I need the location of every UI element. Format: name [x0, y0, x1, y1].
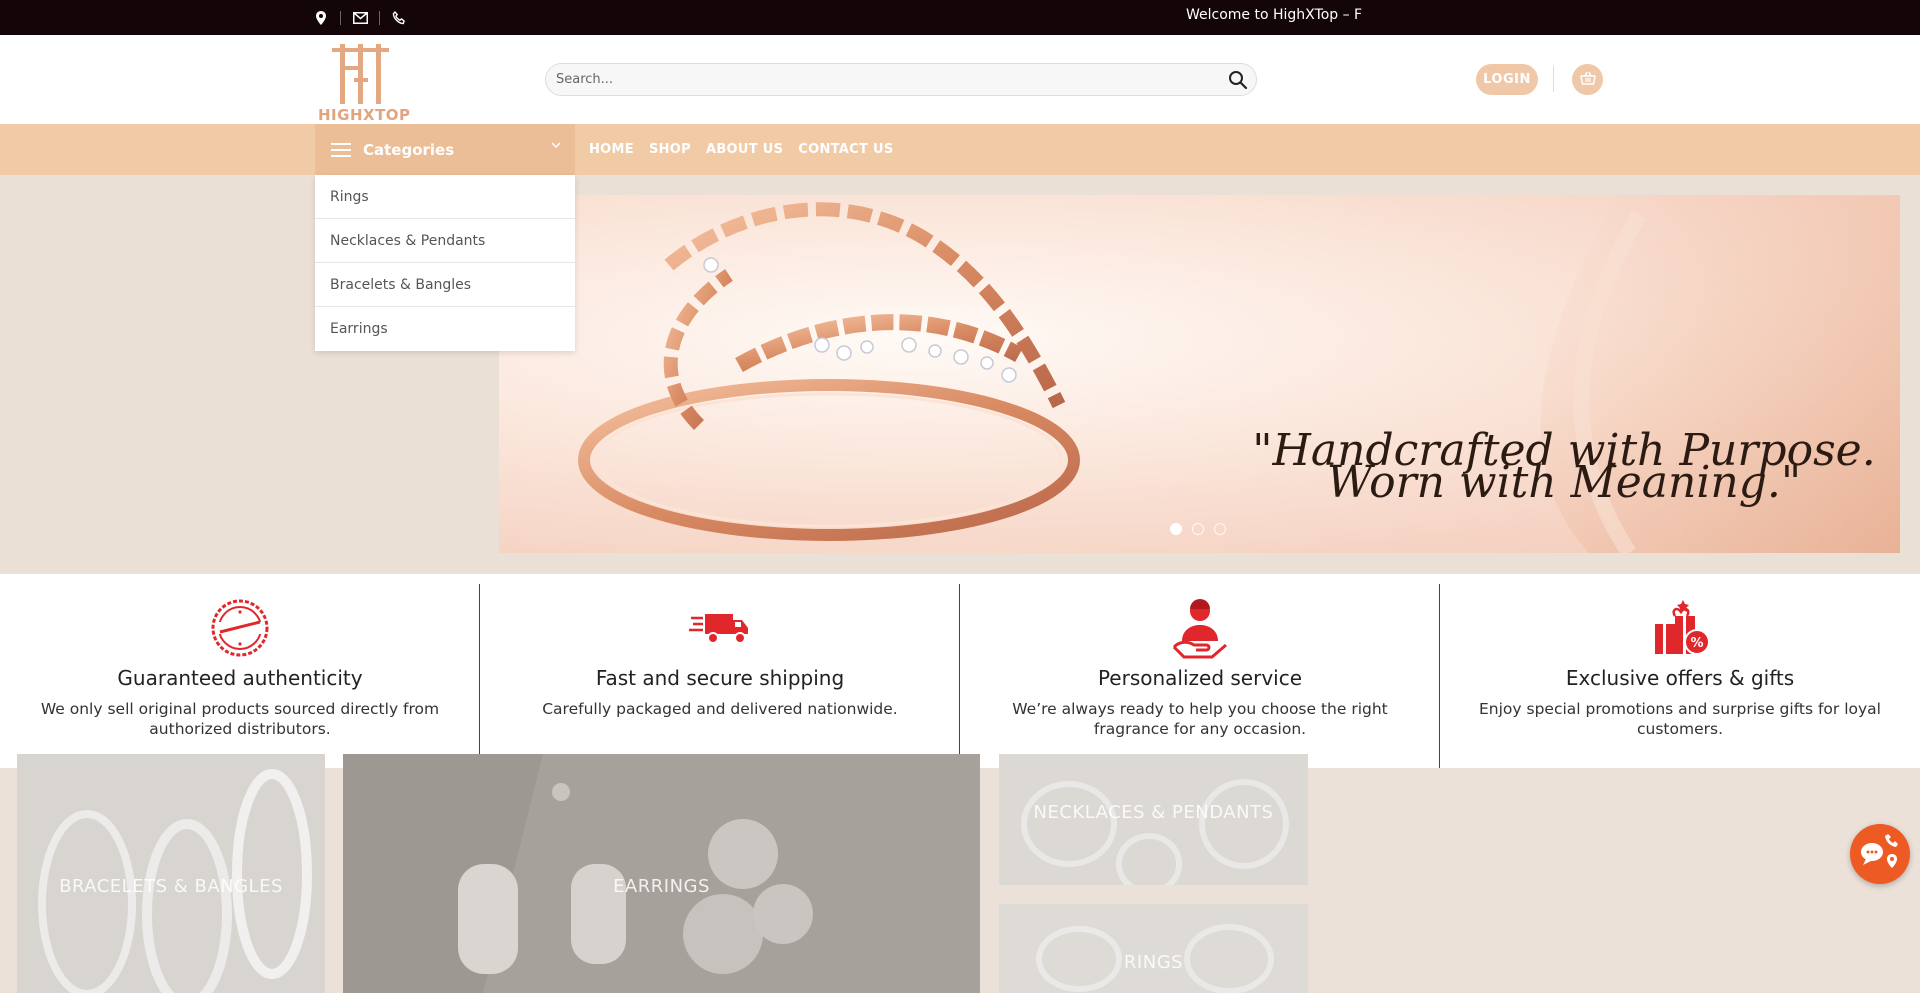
phone-icon[interactable] — [388, 0, 410, 35]
search-icon[interactable] — [1228, 70, 1248, 90]
feature-title: Exclusive offers & gifts — [1565, 666, 1795, 690]
feature-text: We’re always ready to help you choose th… — [1012, 700, 1388, 738]
feature-divider — [479, 584, 480, 778]
feature-text: Carefully packaged and delivered nationw… — [542, 700, 898, 718]
basket-icon — [1579, 70, 1596, 89]
categories-toggle[interactable]: Categories — [315, 124, 575, 175]
header-divider — [1553, 66, 1554, 92]
gift-offer-icon: % — [1645, 595, 1715, 661]
top-bar: Welcome to HighXTop – F — [0, 0, 1920, 35]
features-section: Guaranteed authenticity We only sell ori… — [0, 584, 1920, 778]
feature-title: Personalized service — [1097, 666, 1303, 690]
chevron-down-icon — [551, 141, 561, 152]
main-nav — [0, 124, 1920, 175]
categories-dropdown: Rings Necklaces & Pendants Bracelets & B… — [315, 175, 575, 351]
authentic-badge-icon — [205, 595, 275, 661]
slider-dot-2[interactable] — [1192, 523, 1204, 535]
cart-button[interactable] — [1572, 64, 1603, 95]
category-rings[interactable]: Rings — [315, 175, 575, 219]
menu-icon — [331, 139, 351, 161]
tile-bracelets-bangles[interactable]: BRACELETS & BANGLES — [17, 754, 325, 993]
feature-offers: % Exclusive offers & gifts Enjoy special… — [1440, 584, 1920, 778]
feature-authenticity: Guaranteed authenticity We only sell ori… — [0, 584, 480, 778]
floating-contact-button[interactable] — [1850, 824, 1910, 884]
nav-shop[interactable]: SHOP — [649, 142, 691, 157]
mail-icon[interactable] — [349, 0, 371, 35]
tile-label: EARRINGS — [613, 876, 710, 897]
search-input[interactable] — [556, 64, 1196, 95]
tile-label: RINGS — [1123, 952, 1184, 973]
customer-service-icon — [1165, 595, 1235, 661]
slider-dots — [1170, 523, 1236, 535]
divider — [340, 10, 341, 25]
hero-quote: "Handcrafted with Purpose. Worn with Mea… — [1252, 425, 1876, 508]
delivery-truck-icon — [685, 595, 755, 661]
feature-title: Fast and secure shipping — [595, 666, 845, 690]
bracelets-image — [38, 769, 312, 993]
top-bar-icons — [310, 0, 410, 35]
search-bar — [545, 63, 1257, 96]
feature-divider — [1439, 584, 1440, 778]
tile-necklaces-pendants[interactable]: NECKLACES & PENDANTS — [999, 754, 1308, 885]
logo-text: HIGHXTOP — [318, 106, 411, 124]
feature-divider — [959, 584, 960, 778]
nav-home[interactable]: HOME — [589, 142, 634, 157]
slider-dot-1[interactable] — [1170, 523, 1182, 535]
svg-text:%: % — [1690, 636, 1703, 651]
feature-title: Guaranteed authenticity — [117, 666, 363, 690]
category-necklaces-pendants[interactable]: Necklaces & Pendants — [315, 219, 575, 263]
tile-rings[interactable]: RINGS — [999, 904, 1308, 993]
location-icon[interactable] — [310, 0, 332, 35]
chat-contact-icon — [1858, 832, 1902, 876]
rings-image — [1036, 924, 1274, 993]
nav-contact-us[interactable]: CONTACT US — [798, 142, 893, 157]
feature-shipping: Fast and secure shipping Carefully packa… — [480, 584, 960, 778]
category-bracelets-bangles[interactable]: Bracelets & Bangles — [315, 263, 575, 307]
divider — [379, 10, 380, 25]
feature-service: Personalized service We’re always ready … — [960, 584, 1440, 778]
nav-links: HOME SHOP ABOUT US CONTACT US — [589, 124, 909, 175]
slider-dot-3[interactable] — [1214, 523, 1226, 535]
nav-about-us[interactable]: ABOUT US — [706, 142, 783, 157]
category-earrings[interactable]: Earrings — [315, 307, 575, 351]
welcome-text: Welcome to HighXTop – F — [1186, 7, 1363, 23]
feature-text: Enjoy special promotions and surprise gi… — [1479, 700, 1881, 738]
categories-label: Categories — [363, 140, 455, 159]
hero-slide[interactable]: "Handcrafted with Purpose. Worn with Mea… — [499, 195, 1900, 553]
login-button[interactable]: LOGIN — [1476, 64, 1538, 95]
feature-text: We only sell original products sourced d… — [40, 700, 440, 738]
tile-label: NECKLACES & PENDANTS — [1033, 802, 1274, 823]
tile-label: BRACELETS & BANGLES — [59, 876, 283, 897]
tile-earrings[interactable]: EARRINGS — [343, 754, 980, 993]
earrings-image — [343, 754, 980, 993]
